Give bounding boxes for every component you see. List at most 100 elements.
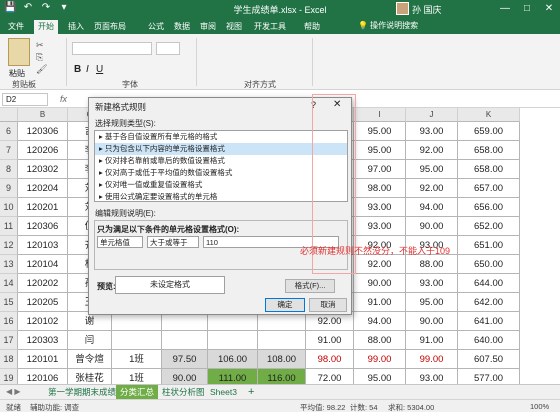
table-cell[interactable] [162, 331, 208, 350]
table-cell[interactable]: 120201 [18, 198, 68, 217]
table-cell[interactable]: 93.00 [354, 217, 406, 236]
table-cell[interactable]: 640.00 [458, 331, 520, 350]
table-cell[interactable]: 120202 [18, 274, 68, 293]
tab-developer[interactable]: 开发工具 [250, 20, 290, 34]
rule-type-item[interactable]: ▸ 使用公式确定要设置格式的单元格 [95, 191, 347, 203]
font-name-select[interactable] [72, 42, 152, 55]
table-cell[interactable]: 120103 [18, 236, 68, 255]
row-header[interactable]: 7 [0, 141, 18, 160]
underline-button[interactable]: U [96, 64, 103, 75]
add-sheet-button[interactable]: + [244, 385, 258, 399]
bold-button[interactable]: B [74, 64, 81, 75]
table-cell[interactable]: 91.00 [354, 293, 406, 312]
table-cell[interactable]: 曾令煊 [68, 350, 112, 369]
table-cell[interactable]: 闫 [68, 331, 112, 350]
sheet-tab[interactable]: Sheet3 [206, 385, 241, 399]
operator-select[interactable]: 大于或等于 [147, 236, 199, 248]
table-cell[interactable]: 93.00 [406, 122, 458, 141]
cancel-button[interactable]: 取消 [309, 298, 347, 312]
table-cell[interactable] [208, 331, 258, 350]
table-cell[interactable]: 652.00 [458, 217, 520, 236]
table-cell[interactable]: 95.00 [406, 160, 458, 179]
row-header[interactable]: 13 [0, 255, 18, 274]
table-cell[interactable]: 656.00 [458, 198, 520, 217]
table-cell[interactable]: 106.00 [208, 350, 258, 369]
tell-me-search[interactable]: 💡 操作说明搜索 [358, 20, 418, 31]
paste-label[interactable]: 粘贴 [9, 68, 25, 79]
table-cell[interactable]: 650.00 [458, 255, 520, 274]
column-header[interactable]: I [354, 108, 406, 122]
row-header[interactable]: 14 [0, 274, 18, 293]
row-header[interactable]: 17 [0, 331, 18, 350]
table-cell[interactable]: 120303 [18, 331, 68, 350]
row-header[interactable]: 12 [0, 236, 18, 255]
table-cell[interactable]: 98.00 [306, 350, 354, 369]
table-cell[interactable]: 607.50 [458, 350, 520, 369]
font-size-select[interactable] [156, 42, 180, 55]
rule-type-item[interactable]: ▸ 仅对排名靠前或靠后的数值设置格式 [95, 155, 347, 167]
table-cell[interactable]: 99.00 [354, 350, 406, 369]
row-header[interactable]: 18 [0, 350, 18, 369]
tab-file[interactable]: 文件 [4, 20, 28, 34]
sheet-nav-arrows[interactable]: ◀ ▶ [6, 387, 21, 396]
table-cell[interactable]: 90.00 [406, 217, 458, 236]
table-cell[interactable]: 90.00 [406, 312, 458, 331]
table-cell[interactable]: 657.00 [458, 179, 520, 198]
table-cell[interactable]: 93.00 [406, 274, 458, 293]
table-cell[interactable]: 88.00 [354, 331, 406, 350]
table-cell[interactable]: 98.00 [354, 179, 406, 198]
tab-review[interactable]: 审阅 [196, 20, 220, 34]
table-cell[interactable]: 658.00 [458, 160, 520, 179]
format-button[interactable]: 格式(F)... [285, 279, 335, 293]
table-cell[interactable]: 120206 [18, 141, 68, 160]
table-cell[interactable]: 92.00 [354, 255, 406, 274]
table-cell[interactable]: 95.00 [354, 141, 406, 160]
table-cell[interactable]: 91.00 [406, 331, 458, 350]
tab-help[interactable]: 帮助 [300, 20, 324, 34]
cell-value-select[interactable]: 单元格值 [97, 236, 143, 248]
avatar[interactable] [396, 2, 409, 15]
row-header[interactable]: 8 [0, 160, 18, 179]
table-cell[interactable]: 90.00 [354, 274, 406, 293]
table-cell[interactable]: 97.50 [162, 350, 208, 369]
table-cell[interactable]: 641.00 [458, 312, 520, 331]
user-name[interactable]: 孙 国庆 [412, 3, 442, 16]
select-all-corner[interactable] [0, 108, 18, 122]
table-cell[interactable]: 658.00 [458, 141, 520, 160]
table-cell[interactable]: 95.00 [406, 293, 458, 312]
name-box[interactable]: D2 [2, 93, 48, 106]
cut-icon[interactable]: ✂ [36, 40, 44, 51]
table-cell[interactable]: 120104 [18, 255, 68, 274]
tab-view[interactable]: 视图 [222, 20, 246, 34]
row-header[interactable]: 16 [0, 312, 18, 331]
table-cell[interactable]: 120306 [18, 122, 68, 141]
table-cell[interactable]: 108.00 [258, 350, 306, 369]
table-cell[interactable]: 120306 [18, 217, 68, 236]
row-header[interactable]: 6 [0, 122, 18, 141]
italic-button[interactable]: I [86, 64, 89, 75]
row-header[interactable]: 11 [0, 217, 18, 236]
fx-icon[interactable]: fx [60, 94, 67, 104]
row-header[interactable]: 9 [0, 179, 18, 198]
ok-button[interactable]: 确定 [265, 298, 305, 312]
tab-formulas[interactable]: 公式 [144, 20, 168, 34]
sheet-tab[interactable]: 第一学期期末成绩 [44, 385, 120, 399]
table-cell[interactable]: 92.00 [406, 141, 458, 160]
rule-type-item[interactable]: ▸ 基于各自值设置所有单元格的格式 [95, 131, 347, 143]
tab-insert[interactable]: 插入 [64, 20, 88, 34]
sheet-tab[interactable]: 分类汇总 [116, 385, 159, 399]
table-cell[interactable]: 1班 [112, 350, 162, 369]
format-painter-icon[interactable]: 🖌 [36, 64, 47, 75]
column-header[interactable]: J [406, 108, 458, 122]
paste-icon[interactable] [8, 38, 30, 66]
zoom-level[interactable]: 100% [530, 402, 549, 411]
tab-page-layout[interactable]: 页面布局 [90, 20, 130, 34]
sheet-tab[interactable]: 柱状分析图 [158, 385, 209, 399]
table-cell[interactable]: 94.00 [354, 312, 406, 331]
restore-button[interactable]: □ [516, 0, 538, 18]
table-cell[interactable]: 120205 [18, 293, 68, 312]
row-header[interactable]: 15 [0, 293, 18, 312]
table-cell[interactable]: 659.00 [458, 122, 520, 141]
table-cell[interactable] [258, 331, 306, 350]
rule-type-item[interactable]: ▸ 仅对高于或低于平均值的数值设置格式 [95, 167, 347, 179]
